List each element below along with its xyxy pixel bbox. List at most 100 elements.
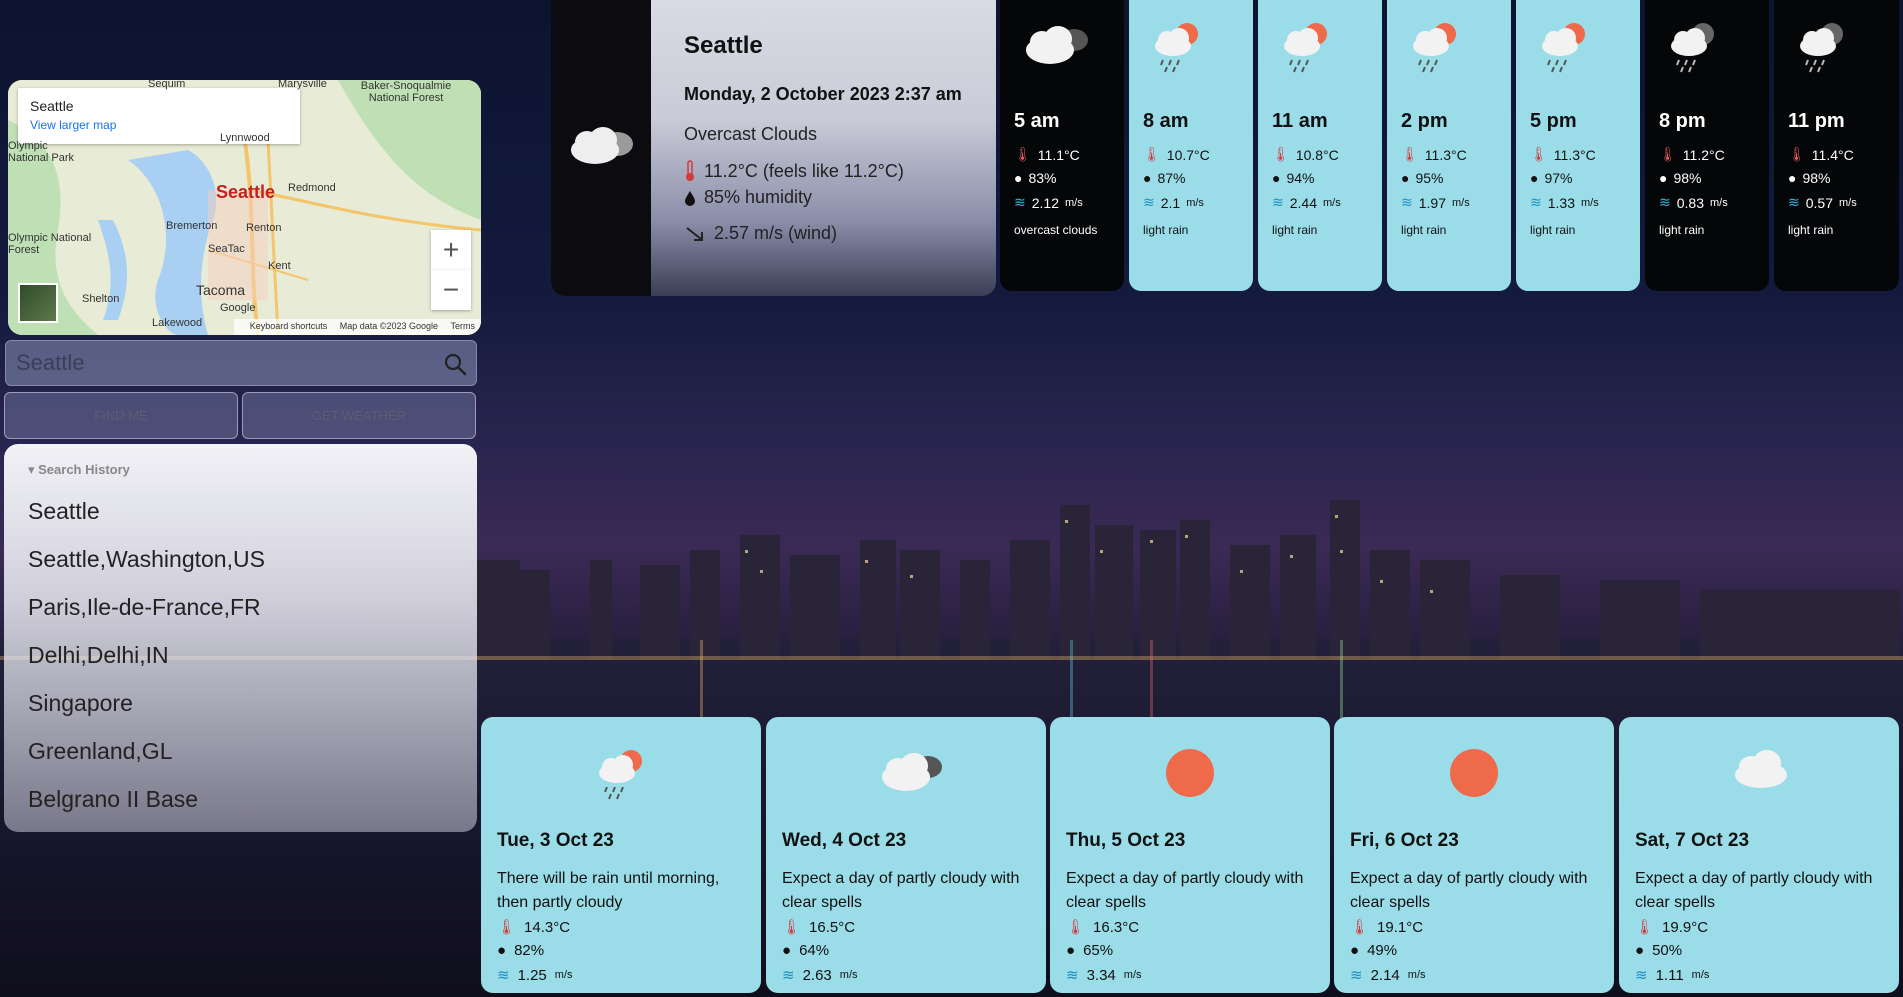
wind-icon: ≋ [1659, 194, 1671, 210]
history-item[interactable]: Delhi,Delhi,IN [28, 642, 169, 669]
search-input[interactable] [6, 341, 426, 385]
thermometer-icon: 🌡 [497, 919, 517, 936]
hourly-humidity: 95% [1415, 170, 1444, 186]
hourly-temp: 11.1°C [1037, 146, 1080, 163]
map-embed[interactable]: Seattle View larger map Sequim Marysvill… [8, 80, 481, 335]
sun-icon [1450, 749, 1498, 797]
daily-temp: 19.1°C [1377, 918, 1424, 936]
history-item[interactable]: Belgrano II Base [28, 786, 198, 813]
wind-icon: ≋ [1066, 967, 1079, 984]
hourly-wind: 2.44 [1289, 194, 1317, 211]
google-logo: Google [220, 302, 256, 314]
map-label: Redmond [288, 182, 336, 194]
hourly-time: 8 am [1143, 110, 1189, 132]
thermometer-icon: 🌡 [782, 919, 802, 936]
thermometer-icon: 🌡 [1530, 146, 1548, 162]
map-label: Renton [246, 222, 282, 234]
wind-unit: m/s [1691, 969, 1710, 981]
wind-icon: ≋ [1014, 194, 1026, 210]
map-label: Lakewood [152, 317, 203, 329]
map-label: Tacoma [196, 282, 246, 298]
map-label: Olympic National Park [8, 140, 75, 164]
thermometer-icon: 🌡 [1066, 919, 1086, 936]
wind-unit: m/s [1123, 969, 1142, 981]
view-larger-map-link[interactable]: View larger map [30, 118, 288, 132]
current-weather-card: Seattle Monday, 2 October 2023 2:37 am O… [551, 0, 996, 296]
hourly-description: light rain [1530, 223, 1576, 237]
search-history-panel: ▾ Search History Seattle Seattle,Washing… [4, 444, 477, 832]
current-wind: 2.57 m/s (wind) [714, 223, 838, 243]
map-label: Olympic National Forest [8, 232, 92, 256]
current-weather-icon-panel [551, 0, 651, 296]
search-icon[interactable] [442, 351, 468, 377]
current-temp-row: 11.2°C (feels like 11.2°C) [684, 160, 904, 182]
current-temp: 11.2°C (feels like 11.2°C) [704, 160, 904, 181]
map-satellite-toggle[interactable] [18, 283, 58, 323]
map-city-label: Seattle [216, 182, 276, 202]
get-weather-button[interactable]: GET WEATHER [242, 392, 476, 439]
hourly-description: light rain [1401, 223, 1447, 237]
light-rain-day-icon [1413, 23, 1456, 73]
daily-humidity: 82% [514, 942, 545, 959]
humidity-drop-icon: ● [497, 942, 507, 959]
humidity-drop-icon: ● [1659, 170, 1668, 186]
thermometer-icon: 🌡 [1635, 919, 1655, 936]
hourly-card: 5 am 🌡 11.1°C ● 83% ≋ 2.12 m/s overcast clou… [1000, 0, 1124, 291]
humidity-drop-icon [685, 190, 695, 206]
map-zoom-out-button[interactable]: − [431, 270, 471, 310]
wind-unit: m/s [1580, 196, 1599, 209]
daily-summary: Expect a day of partly cloudy with clear… [1635, 870, 1873, 911]
hourly-humidity: 97% [1544, 170, 1573, 186]
humidity-drop-icon: ● [1530, 170, 1539, 186]
sun-icon [1166, 749, 1214, 797]
wind-unit: m/s [1407, 969, 1426, 981]
map-label: Shelton [82, 293, 120, 305]
find-me-button[interactable]: FIND ME [4, 392, 238, 439]
thermometer-icon: 🌡 [1272, 146, 1290, 162]
hourly-card: 5 pm 🌡 11.3°C ● 97% ≋ 1.33 m/s light rain [1516, 0, 1640, 291]
cloudy-icon [882, 753, 942, 791]
map-zoom-in-button[interactable]: + [431, 230, 471, 270]
hourly-card: 8 pm 🌡 11.2°C ● 98% ≋ 0.83 m/s light rain [1645, 0, 1769, 291]
wind-direction-arrow-icon [686, 226, 703, 241]
terms-link[interactable]: Terms [451, 321, 476, 331]
hourly-temp: 11.3°C [1424, 146, 1467, 163]
history-item[interactable]: Seattle,Washington,US [28, 546, 265, 573]
rain-sun-icon [599, 750, 642, 800]
history-item[interactable]: Seattle [28, 498, 100, 525]
hourly-wind: 0.83 [1676, 194, 1704, 211]
thermometer-icon [686, 160, 694, 181]
map-label: Lynnwood [220, 132, 270, 144]
history-item[interactable]: Paris,Ile-de-France,FR [28, 594, 261, 621]
search-history-toggle[interactable]: ▾ Search History [28, 462, 130, 478]
hourly-description: light rain [1788, 223, 1834, 237]
humidity-drop-icon: ● [1143, 170, 1152, 186]
overcast-clouds-icon [1026, 26, 1088, 64]
daily-temp: 14.3°C [524, 918, 571, 936]
hourly-description: light rain [1272, 223, 1318, 237]
map-label: SeaTac [208, 243, 245, 255]
keyboard-shortcuts-link[interactable]: Keyboard shortcuts [250, 321, 328, 331]
history-item[interactable]: Greenland,GL [28, 738, 172, 765]
daily-summary: Expect a day of partly cloudy with clear… [782, 870, 1020, 911]
history-item[interactable]: Singapore [28, 690, 133, 717]
map-label: Baker-Snoqualmie National Forest [360, 80, 452, 104]
daily-date: Thu, 5 Oct 23 [1066, 830, 1186, 851]
humidity-drop-icon: ● [1066, 942, 1076, 959]
light-rain-day-icon [1542, 23, 1585, 73]
map-data-attribution: Map data ©2023 Google [339, 321, 438, 331]
daily-date: Tue, 3 Oct 23 [497, 830, 614, 851]
map-label: Marysville [278, 80, 327, 90]
daily-temp: 16.3°C [1093, 918, 1140, 936]
daily-temp: 16.5°C [809, 918, 856, 936]
wind-icon: ≋ [1401, 194, 1413, 210]
wind-unit: m/s [1451, 196, 1470, 209]
hourly-temp: 10.7°C [1166, 146, 1210, 163]
wind-unit: m/s [1322, 196, 1341, 209]
daily-wind: 1.11 [1655, 966, 1684, 984]
light-rain-day-icon [1284, 23, 1327, 73]
humidity-drop-icon: ● [1272, 170, 1281, 186]
wind-icon: ≋ [1530, 194, 1542, 210]
wind-icon: ≋ [1350, 967, 1363, 984]
daily-card: Sat, 7 Oct 23 Expect a day of partly clo… [1619, 717, 1899, 993]
